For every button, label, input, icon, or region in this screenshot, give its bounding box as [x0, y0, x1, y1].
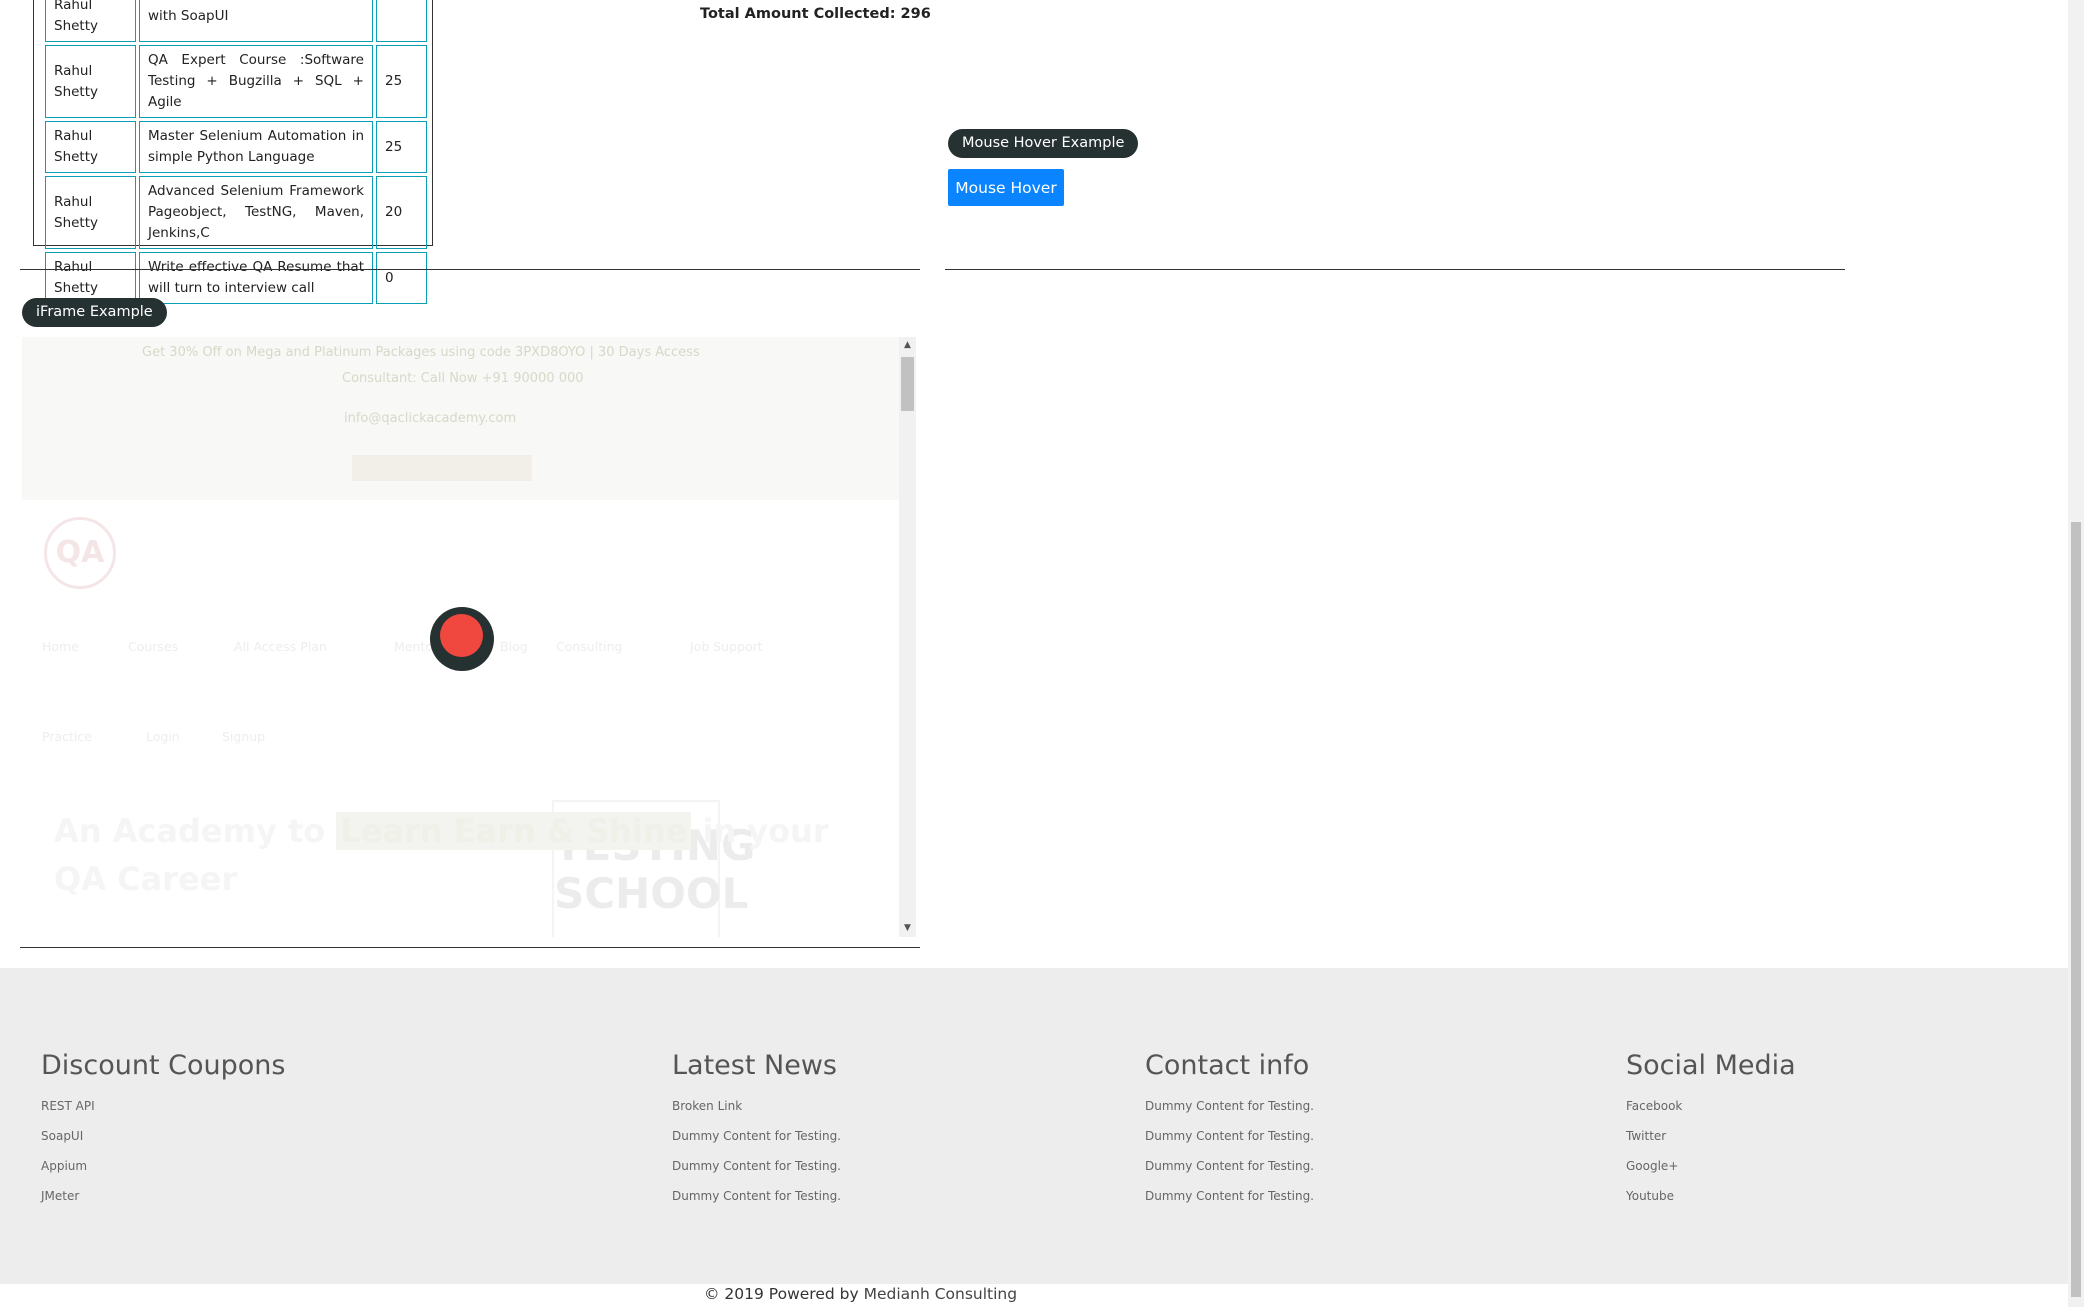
iframe-nav-blog[interactable]: Blog	[500, 639, 528, 654]
footer-link[interactable]: Broken Link	[672, 1097, 841, 1127]
footer-link[interactable]: Dummy Content for Testing.	[672, 1127, 841, 1157]
course-cell: with SoapUI	[139, 0, 373, 42]
iframe-hero-heading-highlight: Learn Earn & Shine	[336, 812, 692, 850]
price-cell: 20	[376, 176, 427, 249]
instructor-cell: Rahul Shetty	[45, 0, 136, 42]
section-divider	[20, 947, 920, 948]
footer-link[interactable]: Dummy Content for Testing.	[1145, 1097, 1314, 1127]
course-table: Rahul Shetty with SoapUI Rahul Shetty QA…	[42, 0, 430, 307]
table-row: Rahul Shetty Advanced Selenium Framework…	[45, 176, 427, 249]
iframe-scrollbar[interactable]: ▲ ▼	[899, 337, 916, 937]
price-cell: 0	[376, 252, 427, 304]
table-row: Rahul Shetty QA Expert Course :Software …	[45, 45, 427, 118]
footer-link[interactable]: Dummy Content for Testing.	[672, 1157, 841, 1187]
page-scrollbar[interactable]	[2068, 0, 2084, 1307]
copyright-company: Medianh Consulting	[863, 1285, 1018, 1303]
footer-column-title: Social Media	[1626, 1050, 1796, 1081]
table-row: Rahul Shetty with SoapUI	[45, 0, 427, 42]
footer-link[interactable]: Dummy Content for Testing.	[1145, 1127, 1314, 1157]
iframe-logo: QA	[44, 517, 116, 589]
footer-link[interactable]: SoapUI	[41, 1127, 285, 1157]
loading-spinner-icon	[430, 607, 494, 671]
iframe-hero-heading-part1: An Academy to	[54, 812, 326, 850]
footer-link[interactable]: Dummy Content for Testing.	[1145, 1187, 1314, 1217]
instructor-cell: Rahul Shetty	[45, 252, 136, 304]
footer-column-title: Discount Coupons	[41, 1050, 286, 1081]
table-row: Rahul Shetty Master Selenium Automation …	[45, 121, 427, 173]
footer-link[interactable]: Appium	[41, 1157, 285, 1187]
page-footer: Discount Coupons REST API SoapUI Appium …	[0, 968, 2068, 1284]
instructor-cell: Rahul Shetty	[45, 176, 136, 249]
course-table-fieldset: Rahul Shetty with SoapUI Rahul Shetty QA…	[33, 0, 433, 304]
section-divider	[20, 269, 920, 270]
price-cell	[376, 0, 427, 42]
footer-latest-news: Latest News Broken Link Dummy Content fo…	[672, 1050, 841, 1217]
footer-column-title: Latest News	[672, 1050, 837, 1081]
course-cell: QA Expert Course :Software Testing + Bug…	[139, 45, 373, 118]
footer-social-media: Social Media Facebook Twitter Google+ Yo…	[1626, 1050, 1796, 1217]
iframe-email-text: info@qaclickacademy.com	[344, 411, 517, 426]
iframe-top-banner: Get 30% Off on Mega and Platinum Package…	[22, 337, 900, 500]
footer-link[interactable]: Facebook	[1626, 1097, 1796, 1127]
iframe-offer-text: Get 30% Off on Mega and Platinum Package…	[142, 345, 700, 360]
iframe-nav-consulting[interactable]: Consulting	[556, 639, 622, 654]
footer-link[interactable]: Google+	[1626, 1157, 1796, 1187]
total-amount-collected: Total Amount Collected: 296	[700, 6, 931, 22]
mouse-hover-button[interactable]: Mouse Hover	[948, 169, 1064, 206]
scroll-down-arrow-icon[interactable]: ▼	[899, 920, 916, 937]
course-cell: Advanced Selenium Framework Pageobject, …	[139, 176, 373, 249]
footer-link[interactable]: JMeter	[41, 1187, 285, 1217]
scroll-up-arrow-icon[interactable]: ▲	[899, 337, 916, 354]
footer-discount-coupons: Discount Coupons REST API SoapUI Appium …	[41, 1050, 285, 1217]
copyright-prefix: © 2019 Powered by	[704, 1285, 859, 1303]
instructor-cell: Rahul Shetty	[45, 45, 136, 118]
iframe-consultant-text: Consultant: Call Now +91 90000 000	[342, 371, 584, 386]
footer-link[interactable]: Youtube	[1626, 1187, 1796, 1217]
iframe-nav-signup[interactable]: Signup	[222, 729, 265, 744]
course-cell: Master Selenium Automation in simple Pyt…	[139, 121, 373, 173]
iframe-nav-all-access[interactable]: All Access Plan	[234, 639, 327, 654]
iframe-nav-login[interactable]: Login	[146, 729, 180, 744]
iframe-nav-practice[interactable]: Practice	[42, 729, 92, 744]
course-cell: Write effective QA Resume that will turn…	[139, 252, 373, 304]
iframe-banner-highlight	[352, 455, 532, 481]
price-cell: 25	[376, 45, 427, 118]
page-scroll-thumb[interactable]	[2071, 522, 2081, 1297]
iframe-nav-home[interactable]: Home	[42, 639, 79, 654]
footer-contact-info: Contact info Dummy Content for Testing. …	[1145, 1050, 1314, 1217]
footer-column-title: Contact info	[1145, 1050, 1310, 1081]
footer-link[interactable]: Twitter	[1626, 1127, 1796, 1157]
mouse-hover-legend: Mouse Hover Example	[948, 129, 1139, 158]
footer-link[interactable]: Dummy Content for Testing.	[1145, 1157, 1314, 1187]
iframe-nav-job-support[interactable]: Job Support	[690, 639, 763, 654]
iframe-scroll-thumb[interactable]	[901, 357, 914, 411]
footer-copyright: © 2019 Powered by Medianh Consulting	[704, 1285, 1017, 1303]
section-divider	[945, 269, 1845, 270]
price-cell: 25	[376, 121, 427, 173]
footer-link[interactable]: Dummy Content for Testing.	[672, 1187, 841, 1217]
footer-link[interactable]: REST API	[41, 1097, 285, 1127]
iframe-hero-heading: An Academy to Learn Earn & Shine in your…	[54, 807, 854, 903]
iframe-nav-courses[interactable]: Courses	[128, 639, 178, 654]
table-row: Rahul Shetty Write effective QA Resume t…	[45, 252, 427, 304]
iframe-legend: iFrame Example	[22, 298, 167, 327]
instructor-cell: Rahul Shetty	[45, 121, 136, 173]
